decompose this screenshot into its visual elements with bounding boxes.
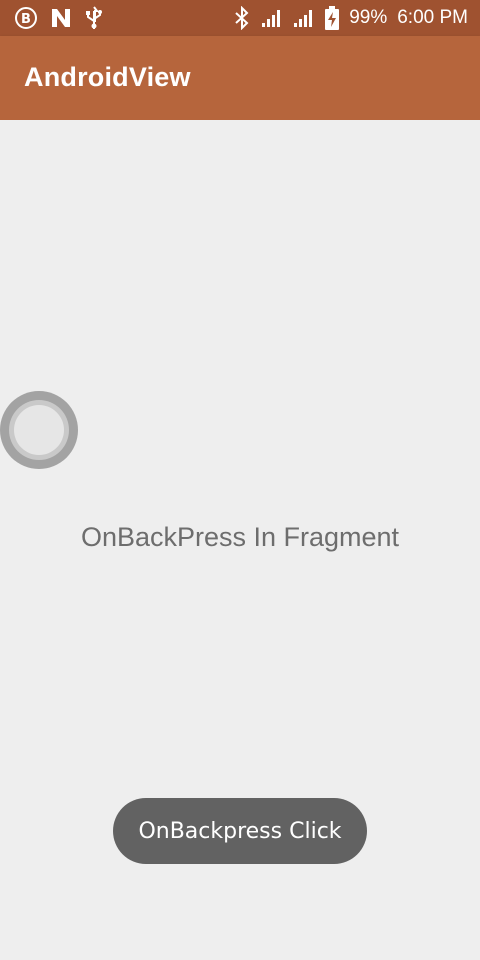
status-time: 6:00 PM <box>397 7 468 28</box>
b-circle-icon: B <box>14 6 38 30</box>
app-bar: AndroidView <box>0 36 480 120</box>
signal-icon <box>293 8 315 28</box>
svg-text:B: B <box>21 12 31 27</box>
usb-icon <box>84 6 104 30</box>
fragment-content: OnBackPress In Fragment OnBackpress Clic… <box>0 120 480 960</box>
status-left-icons: B <box>14 6 104 30</box>
status-bar: B 99% 6:00 PM <box>0 0 480 36</box>
signal-icon <box>261 8 283 28</box>
drag-handle-center <box>14 405 64 455</box>
floating-drag-handle[interactable] <box>0 391 78 469</box>
battery-charging-icon <box>325 6 340 30</box>
battery-percent: 99% <box>349 7 388 28</box>
status-right-icons: 99% 6:00 PM <box>233 6 468 30</box>
toast-message: OnBackpress Click <box>113 798 367 864</box>
app-title: AndroidView <box>24 62 191 92</box>
bluetooth-icon <box>233 6 251 30</box>
fragment-text: OnBackPress In Fragment <box>80 522 400 552</box>
n-icon <box>50 7 72 29</box>
